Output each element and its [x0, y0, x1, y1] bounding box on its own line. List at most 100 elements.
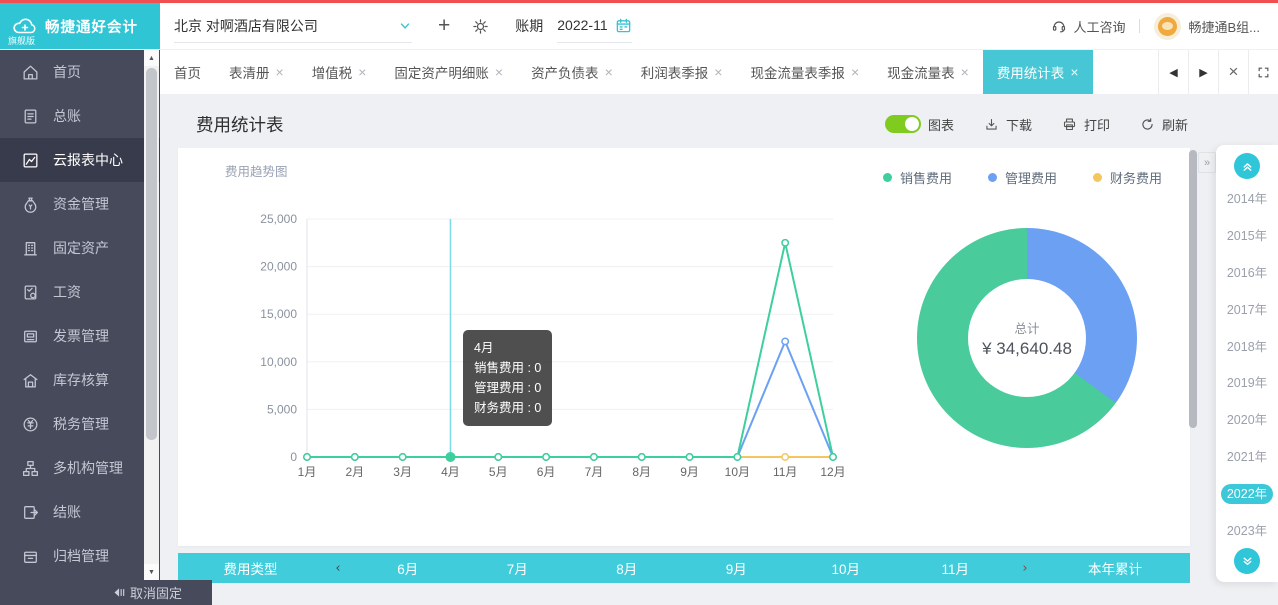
- page-title: 费用统计表: [196, 112, 284, 137]
- sidebar-item-2[interactable]: 云报表中心: [0, 138, 160, 182]
- year-item-3[interactable]: 2017年: [1227, 299, 1267, 318]
- donut-total-label: 总计: [1014, 318, 1039, 337]
- year-label: 2018年: [1227, 340, 1267, 354]
- legend-item-1[interactable]: 管理费用: [988, 168, 1057, 187]
- tab-close-icon[interactable]: ×: [961, 64, 969, 80]
- sidebar-scrollbar-thumb[interactable]: [146, 68, 157, 440]
- prev-months-arrow[interactable]: ‹: [323, 561, 353, 576]
- tab-item-0[interactable]: 首页: [160, 50, 215, 94]
- footer-month-0: 6月: [353, 558, 463, 578]
- sidebar-item-4[interactable]: 固定资产: [0, 226, 160, 270]
- refresh-icon: [1140, 117, 1155, 132]
- tab-close-icon[interactable]: ×: [714, 64, 722, 80]
- tab-scroll-left-button[interactable]: ◀: [1158, 50, 1188, 94]
- year-item-8[interactable]: 2022年: [1221, 483, 1273, 502]
- year-item-6[interactable]: 2020年: [1227, 409, 1267, 428]
- unpin-label: 取消固定: [130, 583, 182, 602]
- live-help-button[interactable]: 人工咨询: [1051, 17, 1125, 36]
- print-button[interactable]: 打印: [1062, 115, 1110, 134]
- chart-toggle[interactable]: [885, 115, 921, 133]
- chart-toggle-control: 图表: [885, 115, 954, 134]
- sidebar-item-7[interactable]: 库存核算: [0, 358, 160, 402]
- refresh-button[interactable]: 刷新: [1140, 115, 1188, 134]
- year-item-7[interactable]: 2021年: [1227, 446, 1267, 465]
- years-scroll-down-button[interactable]: [1234, 548, 1260, 574]
- years-scroll-up-button[interactable]: [1234, 153, 1260, 179]
- download-button[interactable]: 下载: [984, 115, 1032, 134]
- tab-close-icon[interactable]: ×: [495, 64, 503, 80]
- sidebar-item-label: 多机构管理: [53, 458, 123, 478]
- tab-close-icon[interactable]: ×: [276, 64, 284, 80]
- sidebar-item-10[interactable]: 结账: [0, 490, 160, 534]
- footer-month-1: 7月: [463, 558, 573, 578]
- svg-text:20,000: 20,000: [260, 260, 297, 274]
- closing-icon: [21, 503, 40, 522]
- tab-label: 首页: [174, 62, 201, 82]
- fullscreen-button[interactable]: [1248, 50, 1278, 94]
- content-scrollbar-thumb[interactable]: [1189, 150, 1197, 428]
- tab-scroll-right-button[interactable]: ▶: [1188, 50, 1218, 94]
- sidebar-item-3[interactable]: 资金管理: [0, 182, 160, 226]
- tab-item-2[interactable]: 增值税×: [298, 50, 381, 94]
- year-item-0[interactable]: 2014年: [1227, 188, 1267, 207]
- year-item-5[interactable]: 2019年: [1227, 372, 1267, 391]
- company-selector[interactable]: 北京 对啊酒店有限公司: [174, 3, 412, 49]
- collapse-panel-handle[interactable]: »: [1198, 152, 1216, 173]
- year-item-9[interactable]: 2023年: [1227, 520, 1267, 539]
- user-menu[interactable]: 畅捷通B组...: [1154, 13, 1260, 40]
- sidebar-item-11[interactable]: 归档管理: [0, 534, 160, 578]
- sidebar-item-0[interactable]: 首页: [0, 50, 160, 94]
- settings-gear-button[interactable]: [472, 18, 489, 35]
- year-item-1[interactable]: 2015年: [1227, 225, 1267, 244]
- tab-close-icon[interactable]: ×: [605, 64, 613, 80]
- svg-text:6月: 6月: [537, 465, 556, 479]
- donut-center: 总计 ¥ 34,640.48: [968, 279, 1086, 397]
- fixed-assets-icon: [21, 239, 40, 258]
- year-item-4[interactable]: 2018年: [1227, 336, 1267, 355]
- year-item-2[interactable]: 2016年: [1227, 262, 1267, 281]
- tab-close-icon[interactable]: ×: [851, 64, 859, 80]
- tab-item-6[interactable]: 现金流量表季报×: [736, 50, 873, 94]
- sidebar-item-9[interactable]: 多机构管理: [0, 446, 160, 490]
- fullscreen-icon: [1257, 66, 1270, 79]
- tab-close-icon[interactable]: ×: [358, 64, 366, 80]
- sidebar-item-6[interactable]: 发票管理: [0, 314, 160, 358]
- period-picker[interactable]: 2022-11: [557, 17, 631, 36]
- archive-icon: [21, 547, 40, 566]
- sidebar-scrollbar: ▲ ▼: [144, 50, 159, 580]
- sidebar-item-5[interactable]: 工资: [0, 270, 160, 314]
- tab-close-button[interactable]: ×: [1218, 50, 1248, 94]
- tab-item-3[interactable]: 固定资产明细账 ×: [380, 50, 517, 94]
- year-label: 2021年: [1227, 450, 1267, 464]
- double-chevron-up-icon: [1241, 160, 1254, 173]
- tab-item-1[interactable]: 表清册×: [215, 50, 298, 94]
- tab-close-icon[interactable]: ×: [1070, 64, 1078, 80]
- tab-item-7[interactable]: 现金流量表×: [873, 50, 983, 94]
- app-logo: 畅捷通好会计 旗舰版: [0, 3, 160, 49]
- legend-item-2[interactable]: 财务费用: [1093, 168, 1162, 187]
- refresh-label: 刷新: [1162, 115, 1188, 134]
- svg-text:10,000: 10,000: [260, 355, 297, 369]
- svg-text:8月: 8月: [632, 465, 651, 479]
- tooltip-line: 销售费用 : 0: [474, 358, 541, 378]
- edition-badge: 旗舰版: [8, 34, 35, 47]
- sidebar-item-1[interactable]: 总账: [0, 94, 160, 138]
- tooltip-line: 财务费用 : 0: [474, 398, 541, 418]
- sidebar: 首页总账云报表中心资金管理固定资产工资发票管理库存核算税务管理多机构管理结账归档…: [0, 50, 160, 605]
- tab-item-4[interactable]: 资产负债表×: [517, 50, 627, 94]
- tab-label: 固定资产明细账: [394, 62, 489, 82]
- scroll-up-arrow-icon[interactable]: ▲: [144, 50, 159, 66]
- legend-item-0[interactable]: 销售费用: [883, 168, 952, 187]
- sidebar-item-8[interactable]: 税务管理: [0, 402, 160, 446]
- scroll-down-arrow-icon[interactable]: ▼: [144, 564, 159, 580]
- tab-item-8[interactable]: 费用统计表×: [983, 50, 1093, 94]
- download-icon: [984, 117, 999, 132]
- next-months-arrow[interactable]: ›: [1010, 561, 1040, 576]
- tab-item-5[interactable]: 利润表季报×: [627, 50, 737, 94]
- svg-text:1月: 1月: [298, 465, 317, 479]
- unpin-sidebar-button[interactable]: 取消固定: [0, 580, 212, 605]
- add-account-button[interactable]: +: [438, 14, 450, 38]
- company-name: 北京 对啊酒店有限公司: [174, 16, 318, 36]
- expense-donut-chart: 总计 ¥ 34,640.48: [917, 228, 1137, 448]
- salary-icon: [21, 283, 40, 302]
